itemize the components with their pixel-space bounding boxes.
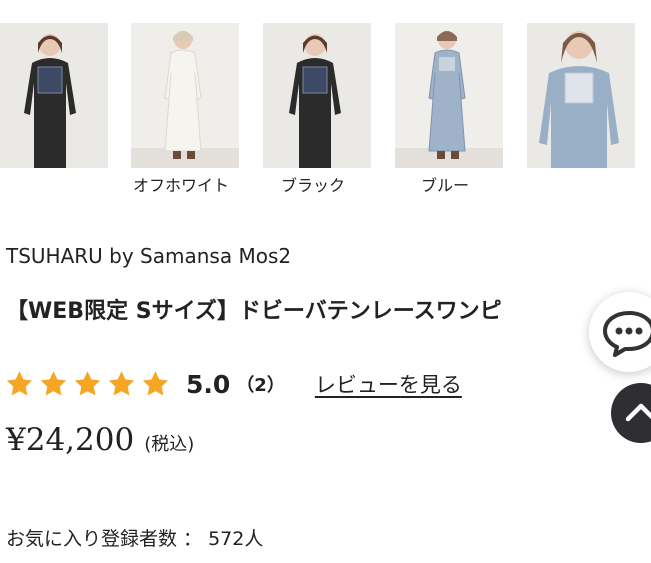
tax-note: (税込) <box>144 434 195 455</box>
chevron-up-icon <box>625 403 651 422</box>
rating-stars <box>4 369 174 399</box>
color-label-black[interactable]: ブラック <box>281 172 345 196</box>
product-title: 【WEB限定 Sサイズ】ドビーバテンレースワンピ <box>6 299 502 324</box>
color-thumbnail-offwhite[interactable] <box>131 23 239 168</box>
color-thumbnail-blue-2[interactable] <box>527 23 635 168</box>
dress-photo <box>395 23 503 168</box>
color-thumbnail-black[interactable] <box>263 23 371 168</box>
brand-name[interactable]: TSUHARU by Samansa Mos2 <box>6 244 291 268</box>
color-thumbnail-black-1[interactable] <box>0 23 108 168</box>
star-icon <box>74 371 101 396</box>
review-link[interactable]: レビューを見る <box>315 369 462 399</box>
price-row: ¥24,200 (税込) <box>6 422 194 458</box>
rating-row: 5.0 （2） レビューを見る <box>4 364 462 404</box>
rating-value: 5.0 <box>186 369 231 399</box>
star-icon <box>40 371 67 396</box>
dress-photo <box>131 23 239 168</box>
color-thumbnail-blue[interactable] <box>395 23 503 168</box>
dress-photo <box>0 23 108 168</box>
dress-photo <box>263 23 371 168</box>
scroll-top-button[interactable] <box>611 383 651 443</box>
star-icon <box>108 371 135 396</box>
rating-count: （2） <box>236 375 285 396</box>
product-detail-page: オフホワイト ブラック ブルー TSUHARU by Samansa Mos2 … <box>0 0 651 563</box>
dress-photo <box>527 23 635 168</box>
star-icon <box>142 371 169 396</box>
price: ¥24,200 <box>6 422 135 458</box>
chat-bubble-icon <box>603 311 651 357</box>
color-label-offwhite[interactable]: オフホワイト <box>133 172 229 196</box>
favorites-count: お気に入り登録者数 ： 572人 <box>6 528 264 550</box>
color-label-blue[interactable]: ブルー <box>421 172 469 196</box>
star-icon <box>6 371 33 396</box>
